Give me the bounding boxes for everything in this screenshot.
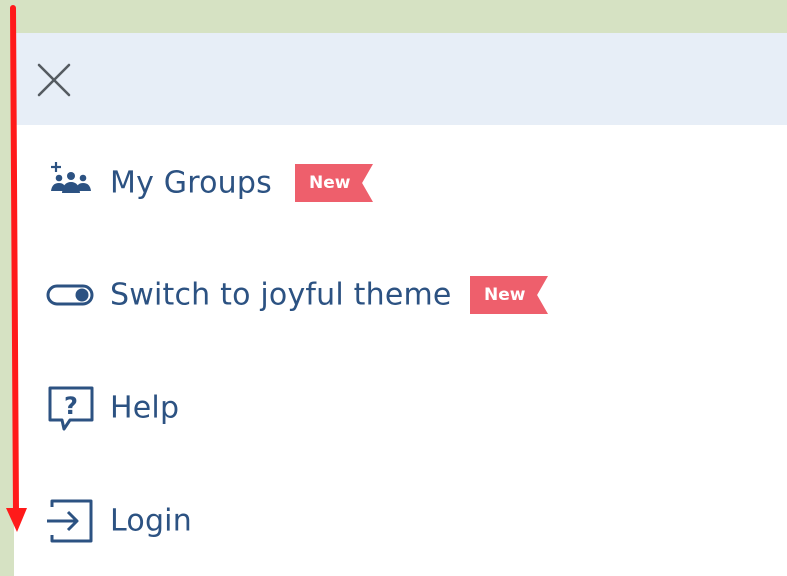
close-button[interactable] bbox=[34, 60, 74, 100]
login-icon bbox=[44, 495, 98, 547]
menu-header bbox=[14, 33, 787, 125]
toggle-icon bbox=[44, 269, 98, 321]
new-badge: New bbox=[470, 276, 548, 314]
menu-item-switch-theme[interactable]: Switch to joyful theme New bbox=[14, 259, 787, 331]
menu-item-login[interactable]: Login bbox=[14, 485, 787, 557]
side-menu-panel: My Groups New Switch to joyful theme New… bbox=[14, 33, 787, 576]
menu-item-label: Switch to joyful theme bbox=[110, 277, 452, 313]
svg-text:?: ? bbox=[64, 392, 78, 420]
menu-item-help[interactable]: ? Help bbox=[14, 372, 787, 444]
menu-item-my-groups[interactable]: My Groups New bbox=[14, 147, 787, 219]
groups-icon bbox=[44, 157, 98, 209]
help-icon: ? bbox=[44, 382, 98, 434]
new-badge: New bbox=[295, 164, 373, 202]
menu-item-label: My Groups bbox=[110, 165, 272, 201]
menu-item-label: Login bbox=[110, 503, 192, 539]
close-icon bbox=[37, 63, 71, 97]
menu-item-label: Help bbox=[110, 390, 180, 426]
